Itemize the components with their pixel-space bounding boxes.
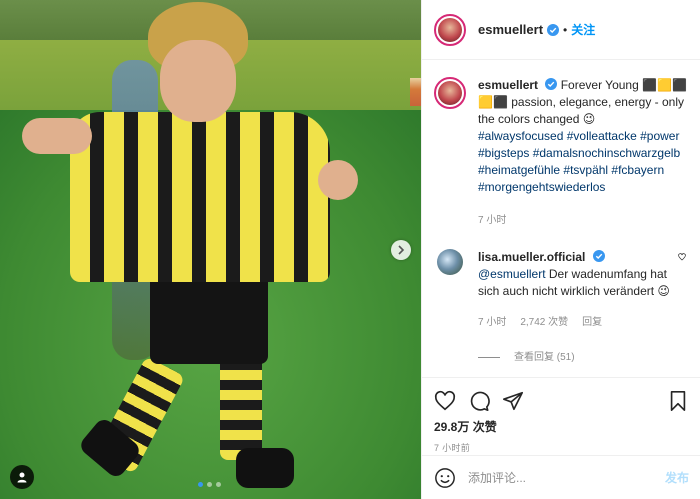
comment-icon[interactable] [468, 390, 490, 412]
post-time-ago: 7 小时前 [434, 443, 471, 453]
photo-kid-shorts [150, 272, 268, 364]
carousel-dot-active [198, 482, 203, 487]
photo-kid-arm-left [22, 118, 92, 154]
add-comment-bar: 发布 [422, 455, 700, 499]
share-icon[interactable] [502, 390, 524, 412]
post-header: esmuellert • 关注 [422, 0, 700, 60]
post-comment-button[interactable]: 发布 [665, 469, 689, 486]
photo-kid-shirt [70, 112, 330, 282]
caption-author-avatar[interactable] [434, 77, 466, 109]
view-replies-label: 查看回复 (51) [514, 352, 575, 363]
user-icon [17, 472, 27, 483]
caption-hashtags[interactable]: #alwaysfocused #volleattacke #power #big… [478, 128, 689, 196]
post-side-panel: esmuellert • 关注 esmuellert Forever Young… [421, 0, 700, 499]
view-replies-button[interactable]: 查看回复 (51) [478, 349, 671, 366]
reply-button[interactable]: 回复 [582, 314, 602, 331]
verified-badge-icon [545, 78, 558, 90]
comment-like-heart-icon[interactable] [675, 249, 689, 261]
follow-button[interactable]: 关注 [571, 21, 595, 38]
caption-username[interactable]: esmuellert [478, 78, 538, 92]
emoji-icon[interactable] [434, 467, 456, 489]
separator-dot: • [563, 22, 568, 37]
comment-item: lisa.mueller.official @esmuellert Der wa… [434, 249, 689, 366]
likes-count[interactable]: 29.8万 次赞 [434, 418, 689, 435]
photo-kid-face [160, 40, 236, 122]
post-actions: 29.8万 次赞 7 小时前 [422, 377, 700, 454]
carousel-dots [198, 482, 221, 487]
verified-badge-icon [592, 250, 605, 262]
verified-badge-icon [547, 23, 560, 36]
author-username[interactable]: esmuellert [478, 22, 543, 37]
commenter-avatar[interactable] [437, 249, 463, 275]
author-avatar[interactable] [434, 13, 466, 46]
heart-icon[interactable] [434, 390, 456, 412]
commenter-username[interactable]: lisa.mueller.official [478, 250, 585, 264]
comment-mention[interactable]: @esmuellert [478, 267, 546, 281]
carousel-dot [207, 482, 212, 487]
caption-row: esmuellert Forever Young ⬛🟨⬛🟨⬛ passion, … [434, 77, 689, 229]
comment-input[interactable] [468, 470, 665, 485]
post-photo [0, 0, 421, 499]
comment-timestamp: 7 小时 [478, 317, 507, 328]
bookmark-icon[interactable] [667, 390, 689, 412]
photo-kid-arm-right [318, 160, 358, 200]
comment-likes-count[interactable]: 2,742 次赞 [520, 314, 568, 331]
photo-cone [410, 78, 421, 106]
tagged-users-button[interactable] [10, 465, 34, 489]
photo-kid-leg-right [220, 350, 262, 460]
photo-kid-boot-right [236, 448, 294, 488]
caption-timestamp: 7 小时 [478, 215, 507, 226]
comments-list[interactable]: esmuellert Forever Young ⬛🟨⬛🟨⬛ passion, … [422, 61, 700, 377]
next-photo-button[interactable] [391, 240, 411, 260]
chevron-right-icon [398, 245, 405, 255]
carousel-dot [216, 482, 221, 487]
